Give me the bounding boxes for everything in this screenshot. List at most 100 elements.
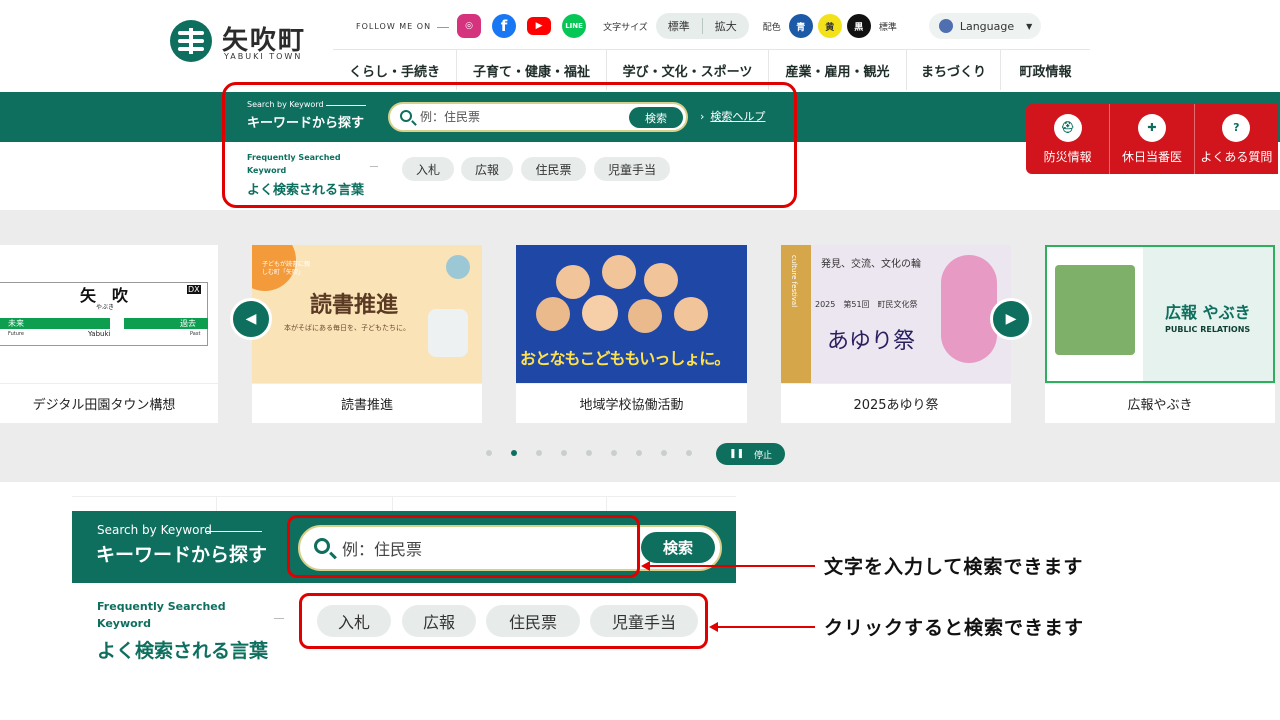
cover-photo [1055,265,1135,355]
quick-link-disaster[interactable]: ⛑ 防災情報 [1026,104,1111,174]
click-annotation: クリックすると検索できます [824,617,1085,639]
zoom-search-button[interactable]: 検索 [641,532,715,563]
carousel-slide[interactable]: 子どもが読書に親しむ町「矢吹」 読書推進 本がそばにある毎日を、子どもたちに。 … [252,245,482,423]
person-face [674,297,708,331]
line-icon[interactable]: LINE [562,14,587,38]
zoom-search-sub-label: Search by Keyword [97,523,212,537]
carousel-pause-button[interactable]: ❚❚ 停止 [716,443,785,465]
color-black-button[interactable]: 黒 [846,14,871,38]
quick-link-holiday-doctor[interactable]: ✚ 休日当番医 [1110,104,1195,174]
carousel-dot[interactable] [586,450,592,456]
carousel-slide[interactable]: おとなもこどももいっしょに。 地域学校協働活動 [516,245,747,423]
person-face [556,265,590,299]
slide-vertical: culture festival [790,255,798,308]
person-face [644,263,678,297]
carousel-dot[interactable] [561,450,567,456]
utility-bar: FOLLOW ME ON ◎ f ▶ LINE 文字サイズ 標準 拡大 配色 青… [356,12,1041,40]
slide-caption: デジタル田園タウン構想 [0,383,218,423]
carousel-dot[interactable] [661,450,667,456]
carousel-dot[interactable] [686,450,692,456]
person-face [536,297,570,331]
decor-circle [446,255,470,279]
sign-left-en: Future [8,331,24,337]
slide-line1: 発見、交流、文化の輪 [821,259,921,270]
zoom-search-title: キーワードから探す [96,544,268,566]
follow-label: FOLLOW ME ON [356,21,450,31]
zoom-frequent-sub-2: Keyword [97,617,151,630]
youtube-icon[interactable]: ▶ [527,17,552,35]
divider [206,531,262,532]
sign-right-en: Past [190,331,201,337]
carousel-dot-active[interactable] [511,450,517,456]
helmet-icon: ⛑ [1053,113,1082,142]
sign-left: 未来 [8,319,24,328]
stethoscope-icon: ✚ [1137,113,1166,142]
slide-caption: 読書推進 [252,383,482,423]
pause-icon: ❚❚ [728,449,745,459]
dancer-figure [941,255,997,363]
carousel-dot[interactable] [486,450,492,456]
slide-image: culture festival 発見、交流、文化の輪 2025 第51回 町民… [781,245,1011,383]
slide-image: 広報 やぶき PUBLIC RELATIONS [1045,245,1275,383]
divider [274,618,284,619]
carousel-next-button[interactable]: ▶ [990,298,1032,340]
carousel-slide[interactable]: 矢 吹 やぶき DX 未来 過去 Future Yabuki Past デジタル… [0,245,218,423]
annotation-arrow [649,565,815,567]
instagram-icon[interactable]: ◎ [457,14,482,38]
reading-chair [428,309,468,357]
nav-item-townplanning[interactable]: まちづくり [907,50,1001,90]
chevron-down-icon: ▼ [1026,21,1033,31]
globe-icon [938,19,953,33]
slide-sub: PUBLIC RELATIONS [1165,325,1251,334]
carousel-prev-button[interactable]: ◀ [230,298,272,340]
sign-mid-en: Yabuki [88,330,111,338]
banner-carousel: 矢 吹 やぶき DX 未来 過去 Future Yabuki Past デジタル… [0,210,1280,482]
sign-badge: DX [187,285,201,294]
slide-caption: 地域学校協働活動 [516,383,747,423]
slide-title: あゆり祭 [827,329,916,354]
sign-station-reading: やぶき [96,304,115,311]
town-emblem-icon [170,20,212,62]
text-size-large-button[interactable]: 拡大 [701,18,749,34]
color-blue-button[interactable]: 青 [788,14,813,38]
site-logo[interactable]: 矢吹町 YABUKI TOWN [170,18,320,64]
input-annotation: 文字を入力して検索できます [824,556,1084,578]
carousel-dot[interactable] [636,450,642,456]
carousel-slide[interactable]: 広報 やぶき PUBLIC RELATIONS 広報やぶき [1045,245,1275,423]
carousel-dot[interactable] [536,450,542,456]
person-face [628,299,662,333]
zoom-frequent-title: よく検索される言葉 [97,640,269,662]
slide-heading: 読書推進 [310,293,399,318]
quick-link-label: よくある質問 [1200,149,1273,164]
carousel-dot[interactable] [611,450,617,456]
pause-label: 停止 [754,450,773,461]
nav-item-administration[interactable]: 町政情報 [1001,50,1090,90]
text-size-standard-button[interactable]: 標準 [656,18,702,34]
language-label: Language [959,19,1015,33]
slide-logo: 広報 やぶき [1165,303,1251,322]
sign-line-bar [0,318,208,329]
sign-right: 過去 [180,319,196,328]
facebook-icon[interactable]: f [492,14,517,38]
slide-image: 矢 吹 やぶき DX 未来 過去 Future Yabuki Past [0,245,218,383]
person-face [602,255,636,289]
quick-link-faq[interactable]: ? よくある質問 [1195,104,1278,174]
quick-link-label: 休日当番医 [1121,149,1182,164]
carousel-slide[interactable]: culture festival 発見、交流、文化の輪 2025 第51回 町民… [781,245,1011,423]
person-face [582,295,618,331]
slide-caption: 広報やぶき [1045,383,1275,423]
color-standard-button[interactable]: 標準 [879,20,897,33]
logo-subtitle: YABUKI TOWN [224,52,303,61]
slide-image: おとなもこどももいっしょに。 [516,245,747,383]
text-size-toggle: 標準 拡大 [655,13,749,39]
slide-caption: 2025あゆり祭 [781,383,1011,423]
zoom-frequent-sub-1: Frequently Searched [97,600,226,613]
language-select[interactable]: Language ▼ [928,13,1041,39]
text-size-label: 文字サイズ [603,22,648,33]
carousel-dots [486,450,711,456]
slide-image: 子どもが読書に親しむ町「矢吹」 読書推進 本がそばにある毎日を、子どもたちに。 [252,245,482,383]
color-yellow-button[interactable]: 黄 [817,14,842,38]
annotation-arrow [717,626,815,628]
zoom-nav-remnant [72,496,736,512]
color-label: 配色 [762,22,781,33]
